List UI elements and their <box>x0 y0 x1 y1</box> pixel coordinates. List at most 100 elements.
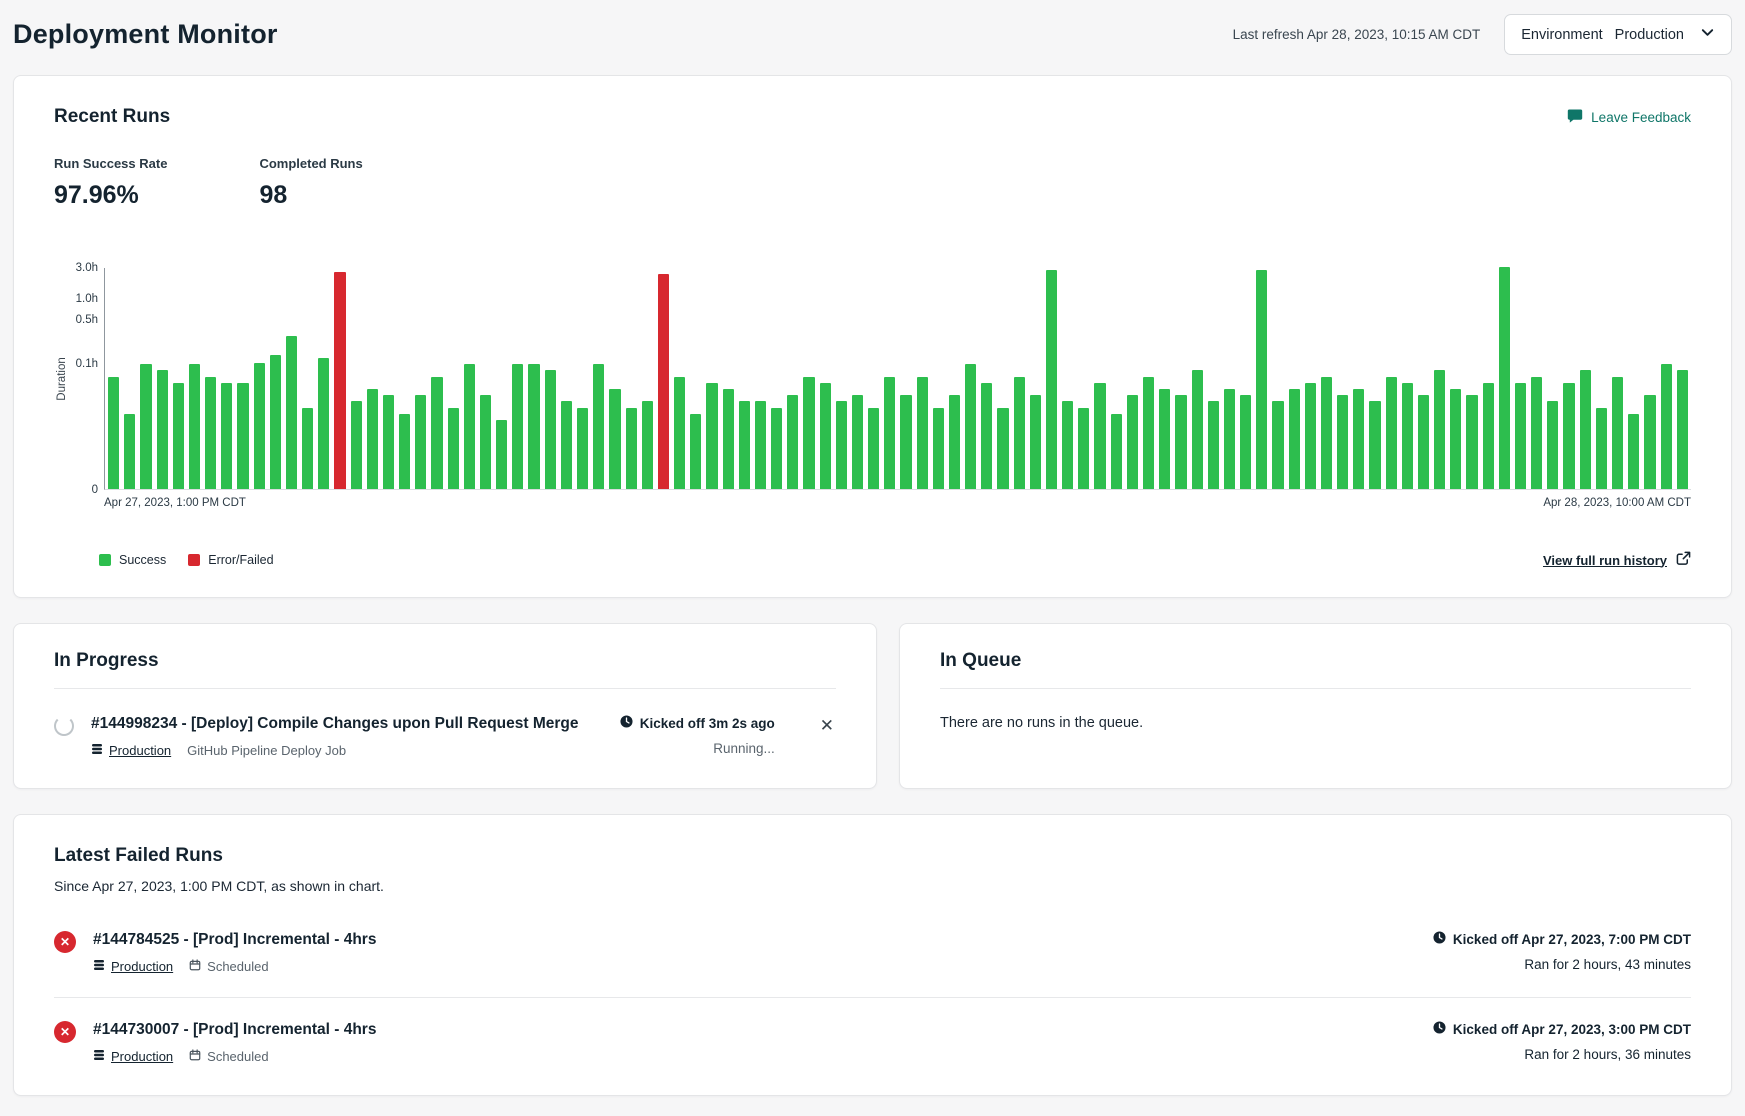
chart-bar-success[interactable] <box>399 414 410 489</box>
chart-bar-success[interactable] <box>706 383 717 489</box>
chart-bar-success[interactable] <box>593 364 604 489</box>
chart-bar-success[interactable] <box>545 370 556 489</box>
chart-bar-success[interactable] <box>448 408 459 489</box>
chart-bar-success[interactable] <box>1386 377 1397 489</box>
chart-bar-success[interactable] <box>836 401 847 489</box>
chart-bar-success[interactable] <box>480 395 491 489</box>
chart-bar-success[interactable] <box>318 358 329 489</box>
chart-bar-success[interactable] <box>431 377 442 489</box>
chart-bar-failed[interactable] <box>334 272 345 489</box>
chart-bar-success[interactable] <box>1030 395 1041 489</box>
chart-bar-success[interactable] <box>981 383 992 489</box>
chart-bar-success[interactable] <box>205 377 216 489</box>
chart-bar-success[interactable] <box>237 383 248 489</box>
chart-bar-success[interactable] <box>1644 395 1655 489</box>
chart-bar-success[interactable] <box>1612 377 1623 489</box>
chart-bar-success[interactable] <box>1547 401 1558 489</box>
chart-bar-success[interactable] <box>1677 370 1688 489</box>
chart-bar-success[interactable] <box>803 377 814 489</box>
chart-bar-success[interactable] <box>690 414 701 489</box>
chart-bar-success[interactable] <box>1240 395 1251 489</box>
chart-bar-failed[interactable] <box>658 274 669 489</box>
chart-bar-success[interactable] <box>771 408 782 489</box>
chart-bar-success[interactable] <box>949 395 960 489</box>
chart-bar-success[interactable] <box>1369 401 1380 489</box>
chart-bar-success[interactable] <box>1337 395 1348 489</box>
chart-bar-success[interactable] <box>1094 383 1105 489</box>
chart-bar-success[interactable] <box>917 377 928 489</box>
chart-bar-success[interactable] <box>1402 383 1413 489</box>
chart-bar-success[interactable] <box>1272 401 1283 489</box>
chart-bar-success[interactable] <box>626 408 637 489</box>
chart-bar-success[interactable] <box>642 401 653 489</box>
chart-bar-success[interactable] <box>900 395 911 489</box>
chart-bar-success[interactable] <box>1192 370 1203 489</box>
chart-bar-success[interactable] <box>415 395 426 489</box>
chart-bar-success[interactable] <box>528 364 539 489</box>
chart-bar-success[interactable] <box>157 370 168 489</box>
chart-bar-success[interactable] <box>965 364 976 489</box>
chart-bar-success[interactable] <box>1046 270 1057 489</box>
chart-bar-success[interactable] <box>270 355 281 489</box>
chart-bar-success[interactable] <box>1289 389 1300 489</box>
chart-bar-success[interactable] <box>868 408 879 489</box>
chart-bar-success[interactable] <box>367 389 378 489</box>
chart-bar-success[interactable] <box>1466 395 1477 489</box>
chart-bar-success[interactable] <box>997 408 1008 489</box>
chart-bar-success[interactable] <box>496 420 507 489</box>
chart-bar-success[interactable] <box>189 364 200 489</box>
chart-bar-success[interactable] <box>512 364 523 489</box>
chart-bar-success[interactable] <box>1661 364 1672 489</box>
chart-bar-success[interactable] <box>1159 389 1170 489</box>
chart-bar-success[interactable] <box>1062 401 1073 489</box>
chart-bar-success[interactable] <box>884 377 895 489</box>
chart-bar-success[interactable] <box>1078 408 1089 489</box>
chart-bar-success[interactable] <box>1499 267 1510 489</box>
chart-bar-success[interactable] <box>383 395 394 489</box>
chart-bar-success[interactable] <box>124 414 135 489</box>
environment-link[interactable]: Production <box>93 1049 173 1064</box>
chart-bar-success[interactable] <box>1321 377 1332 489</box>
chart-bar-success[interactable] <box>1450 389 1461 489</box>
chart-bar-success[interactable] <box>302 408 313 489</box>
environment-link[interactable]: Production <box>91 743 171 758</box>
chart-bar-success[interactable] <box>1111 414 1122 489</box>
chart-bar-success[interactable] <box>1531 377 1542 489</box>
chart-bar-success[interactable] <box>852 395 863 489</box>
chart-bar-success[interactable] <box>1353 389 1364 489</box>
chart-bar-success[interactable] <box>1127 395 1138 489</box>
chart-bar-success[interactable] <box>254 363 265 489</box>
chart-bar-success[interactable] <box>674 377 685 489</box>
chart-bar-success[interactable] <box>933 408 944 489</box>
chart-bar-success[interactable] <box>723 389 734 489</box>
environment-link[interactable]: Production <box>93 959 173 974</box>
chart-bar-success[interactable] <box>108 377 119 489</box>
chart-bar-success[interactable] <box>1434 370 1445 489</box>
chart-bar-success[interactable] <box>820 383 831 489</box>
environment-dropdown[interactable]: Environment Production <box>1504 14 1732 55</box>
chart-bar-success[interactable] <box>1224 389 1235 489</box>
view-full-run-history-link[interactable]: View full run history <box>1543 551 1691 569</box>
chart-bar-success[interactable] <box>609 389 620 489</box>
chart-bar-success[interactable] <box>739 401 750 489</box>
chart-bar-success[interactable] <box>561 401 572 489</box>
chart-bar-success[interactable] <box>351 401 362 489</box>
chart-bar-success[interactable] <box>1208 401 1219 489</box>
chart-bar-success[interactable] <box>1596 408 1607 489</box>
leave-feedback-link[interactable]: Leave Feedback <box>1567 108 1691 127</box>
chart-bar-success[interactable] <box>1563 383 1574 489</box>
chart-bar-success[interactable] <box>1515 383 1526 489</box>
chart-bar-success[interactable] <box>1483 383 1494 489</box>
chart-bar-success[interactable] <box>1305 383 1316 489</box>
chart-bar-success[interactable] <box>1256 270 1267 489</box>
chart-bar-success[interactable] <box>577 408 588 489</box>
chart-bar-success[interactable] <box>1175 395 1186 489</box>
chart-bar-success[interactable] <box>173 383 184 489</box>
chart-bar-success[interactable] <box>1628 414 1639 489</box>
chart-bar-success[interactable] <box>1418 395 1429 489</box>
chart-bar-success[interactable] <box>286 336 297 489</box>
chart-bar-success[interactable] <box>1014 377 1025 489</box>
chart-bar-success[interactable] <box>755 401 766 489</box>
chart-bar-success[interactable] <box>1143 377 1154 489</box>
close-icon[interactable]: ✕ <box>818 715 836 736</box>
